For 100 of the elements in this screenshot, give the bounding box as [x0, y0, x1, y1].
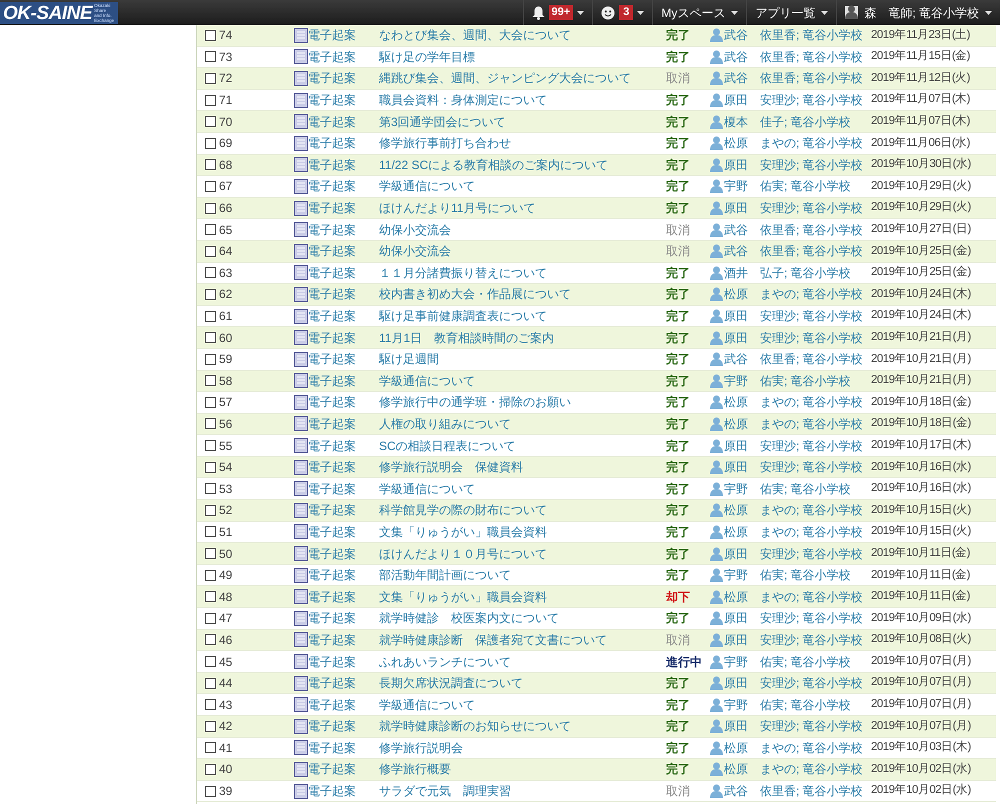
row-checkbox[interactable] — [205, 224, 216, 236]
list-row[interactable]: 43 電子起案 学級通信について 完了 宇野 佑実; 竜谷小学校 2019年10月07日(月) — [197, 694, 996, 716]
list-row[interactable]: 57 電子起案 修学旅行中の通学班・掃除のお願い 完了 松原 まやの; 竜谷小学校 2019年10月18日(金) — [197, 392, 996, 414]
list-row[interactable]: 66 電子起案 ほけんだより11月号について 完了 原田 安理沙; 竜谷小学校 2019年10月29日(火) — [197, 198, 996, 220]
document-title[interactable]: 就学時健康診断 保護者宛て文書について — [379, 630, 666, 649]
document-title[interactable]: 校内書き初め大会・作品展について — [379, 285, 666, 304]
list-row[interactable]: 65 電子起案 幼保小交流会 取消 武谷 依里香; 竜谷小学校 2019年10月27日(日) — [197, 219, 996, 241]
list-row[interactable]: 63 電子起案 １１月分諸費振り替えについて 完了 酒井 弘子; 竜谷小学校 2019年10月25日(金) — [197, 262, 996, 284]
list-row[interactable]: 44 電子起案 長期欠席状況調査について 完了 原田 安理沙; 竜谷小学校 2019年10月07日(月) — [197, 672, 996, 694]
row-checkbox[interactable] — [205, 418, 216, 430]
document-title[interactable]: 科学館見学の際の財布について — [379, 501, 666, 520]
row-checkbox[interactable] — [205, 720, 216, 732]
row-checkbox[interactable] — [205, 30, 216, 41]
list-row[interactable]: 58 電子起案 学級通信について 完了 宇野 佑実; 竜谷小学校 2019年10月21日(月) — [197, 370, 996, 392]
list-row[interactable]: 61 電子起案 駆け足事前健康調査表について 完了 原田 安理沙; 竜谷小学校 2019年10月24日(木) — [197, 306, 996, 328]
document-title[interactable]: 幼保小交流会 — [379, 220, 666, 239]
row-checkbox[interactable] — [205, 332, 216, 344]
document-title[interactable]: 幼保小交流会 — [379, 242, 666, 260]
document-title[interactable]: 駆け足事前健康調査表について — [379, 307, 666, 326]
list-row[interactable]: 45 電子起案 ふれあいランチについて 進行中 宇野 佑実; 竜谷小学校 2019年10月07日(月) — [197, 651, 996, 673]
list-row[interactable]: 70 電子起案 第3回通学団会について 完了 榎本 佳子; 竜谷小学校 2019年11月07日(木) — [197, 111, 996, 133]
document-title[interactable]: 学級通信について — [379, 480, 666, 498]
row-checkbox[interactable] — [205, 246, 216, 257]
row-checkbox[interactable] — [205, 354, 216, 365]
list-row[interactable]: 68 電子起案 11/22 SCによる教育相談のご案内について 完了 原田 安理沙; 竜谷小学校 2019年10月30日(水) — [197, 154, 996, 176]
list-row[interactable]: 42 電子起案 就学時健康診断のお知らせについて 完了 原田 安理沙; 竜谷小学校 2019年10月07日(月) — [197, 716, 996, 738]
row-checkbox[interactable] — [205, 138, 216, 149]
list-row[interactable]: 73 電子起案 駆け足の学年目標 完了 武谷 依里香; 竜谷小学校 2019年11月15日(金) — [197, 46, 996, 68]
list-row[interactable]: 60 電子起案 11月1日 教育相談時間のご案内 完了 原田 安理沙; 竜谷小学校 2019年10月21日(月) — [197, 327, 996, 349]
row-checkbox[interactable] — [205, 591, 216, 602]
list-row[interactable]: 62 電子起案 校内書き初め大会・作品展について 完了 松原 まやの; 竜谷小学校 2019年10月24日(木) — [197, 284, 996, 306]
document-title[interactable]: 長期欠席状況調査について — [379, 674, 666, 692]
document-title[interactable]: 学級通信について — [379, 177, 666, 196]
document-title[interactable]: １１月分諸費振り替えについて — [379, 264, 666, 282]
document-title[interactable]: 就学時健診 校医案内文について — [379, 609, 666, 628]
document-title[interactable]: 修学旅行中の通学班・掃除のお願い — [379, 393, 666, 412]
list-row[interactable]: 53 電子起案 学級通信について 完了 宇野 佑実; 竜谷小学校 2019年10月16日(水) — [197, 478, 996, 500]
row-checkbox[interactable] — [205, 764, 216, 775]
row-checkbox[interactable] — [205, 267, 216, 278]
row-checkbox[interactable] — [205, 656, 216, 668]
row-checkbox[interactable] — [205, 570, 216, 581]
list-row[interactable]: 52 電子起案 科学館見学の際の財布について 完了 松原 まやの; 竜谷小学校 2019年10月15日(火) — [197, 500, 996, 522]
list-row[interactable]: 56 電子起案 人権の取り組みについて 完了 松原 まやの; 竜谷小学校 2019年10月18日(金) — [197, 414, 996, 436]
list-row[interactable]: 46 電子起案 就学時健康診断 保護者宛て文書について 取消 原田 安理沙; 竜谷小学校 2019年10月08日(火) — [197, 630, 996, 652]
list-row[interactable]: 64 電子起案 幼保小交流会 取消 武谷 依里香; 竜谷小学校 2019年10月25日(金) — [197, 240, 996, 263]
row-checkbox[interactable] — [205, 526, 216, 538]
document-title[interactable]: 修学旅行事前打ち合わせ — [379, 134, 666, 152]
document-title[interactable]: ふれあいランチについて — [379, 652, 666, 671]
list-row[interactable]: 51 電子起案 文集「りゅうがい」職員会資料 完了 松原 まやの; 竜谷小学校 2019年10月15日(火) — [197, 522, 996, 544]
row-checkbox[interactable] — [205, 678, 216, 689]
document-title[interactable]: 就学時健康診断のお知らせについて — [379, 717, 666, 736]
document-title[interactable]: 駆け足の学年目標 — [379, 48, 666, 66]
row-checkbox[interactable] — [205, 310, 216, 322]
document-title[interactable]: 11/22 SCによる教育相談のご案内について — [379, 156, 666, 174]
row-checkbox[interactable] — [205, 51, 216, 62]
document-title[interactable]: SCの相談日程表について — [379, 436, 666, 455]
row-checkbox[interactable] — [205, 786, 216, 797]
row-checkbox[interactable] — [205, 634, 216, 646]
row-checkbox[interactable] — [205, 742, 216, 754]
document-title[interactable]: 修学旅行概要 — [379, 760, 666, 778]
list-row[interactable]: 47 電子起案 就学時健診 校医案内文について 完了 原田 安理沙; 竜谷小学校 2019年10月09日(水) — [197, 608, 996, 630]
row-checkbox[interactable] — [205, 94, 216, 106]
list-row[interactable]: 54 電子起案 修学旅行説明会 保健資料 完了 原田 安理沙; 竜谷小学校 2019年10月16日(水) — [197, 456, 996, 478]
row-checkbox[interactable] — [205, 396, 216, 408]
document-title[interactable]: 部活動年間計画について — [379, 566, 666, 584]
list-row[interactable]: 50 電子起案 ほけんだより１０月号について 完了 原田 安理沙; 竜谷小学校 2019年10月11日(金) — [197, 543, 996, 565]
row-checkbox[interactable] — [205, 440, 216, 452]
row-checkbox[interactable] — [205, 72, 216, 84]
document-title[interactable]: サラダで元気 調理実習 — [379, 782, 666, 800]
document-title[interactable]: 文集「りゅうがい」職員会資料 — [379, 588, 666, 606]
row-checkbox[interactable] — [205, 612, 216, 624]
row-checkbox[interactable] — [205, 180, 216, 192]
document-title[interactable]: 文集「りゅうがい」職員会資料 — [379, 522, 666, 541]
row-checkbox[interactable] — [205, 116, 216, 128]
document-title[interactable]: なわとび集会、週間、大会について — [379, 26, 666, 44]
row-checkbox[interactable] — [205, 375, 216, 386]
document-title[interactable]: 職員会資料：身体測定について — [379, 91, 666, 110]
row-checkbox[interactable] — [205, 504, 216, 516]
document-title[interactable]: 11月1日 教育相談時間のご案内 — [379, 328, 666, 347]
document-title[interactable]: 学級通信について — [379, 696, 666, 714]
document-title[interactable]: ほけんだより１０月号について — [379, 544, 666, 563]
row-checkbox[interactable] — [205, 202, 216, 214]
document-title[interactable]: 修学旅行説明会 — [379, 738, 666, 757]
row-checkbox[interactable] — [205, 288, 216, 300]
list-row[interactable]: 71 電子起案 職員会資料：身体測定について 完了 原田 安理沙; 竜谷小学校 2019年11月07日(木) — [197, 90, 996, 112]
list-row[interactable]: 67 電子起案 学級通信について 完了 宇野 佑実; 竜谷小学校 2019年10月29日(火) — [197, 176, 996, 198]
list-row[interactable]: 40 電子起案 修学旅行概要 完了 松原 まやの; 竜谷小学校 2019年10月02日(水) — [197, 759, 996, 781]
row-checkbox[interactable] — [205, 699, 216, 710]
document-title[interactable]: ほけんだより11月号について — [379, 199, 666, 218]
row-checkbox[interactable] — [205, 483, 216, 494]
document-title[interactable]: 縄跳び集会、週間、ジャンピング大会について — [379, 69, 666, 88]
list-row[interactable]: 48 電子起案 文集「りゅうがい」職員会資料 却下 松原 まやの; 竜谷小学校 2019年10月11日(金) — [197, 586, 996, 608]
list-row[interactable]: 55 電子起案 SCの相談日程表について 完了 原田 安理沙; 竜谷小学校 2019年10月17日(木) — [197, 435, 996, 457]
document-title[interactable]: 第3回通学団会について — [379, 112, 666, 131]
document-title[interactable]: 学級通信について — [379, 372, 666, 390]
list-row[interactable]: 39 電子起案 サラダで元気 調理実習 取消 武谷 依里香; 竜谷小学校 2019年10月02日(水) — [197, 780, 996, 802]
row-checkbox[interactable] — [205, 462, 216, 473]
document-title[interactable]: 駆け足週間 — [379, 350, 666, 368]
list-row[interactable]: 74 電子起案 なわとび集会、週間、大会について 完了 武谷 依里香; 竜谷小学校 2019年11月23日(土) — [197, 25, 996, 47]
list-row[interactable]: 72 電子起案 縄跳び集会、週間、ジャンピング大会について 取消 武谷 依里香; 竜谷小学校 2019年11月12日(火) — [197, 68, 996, 90]
